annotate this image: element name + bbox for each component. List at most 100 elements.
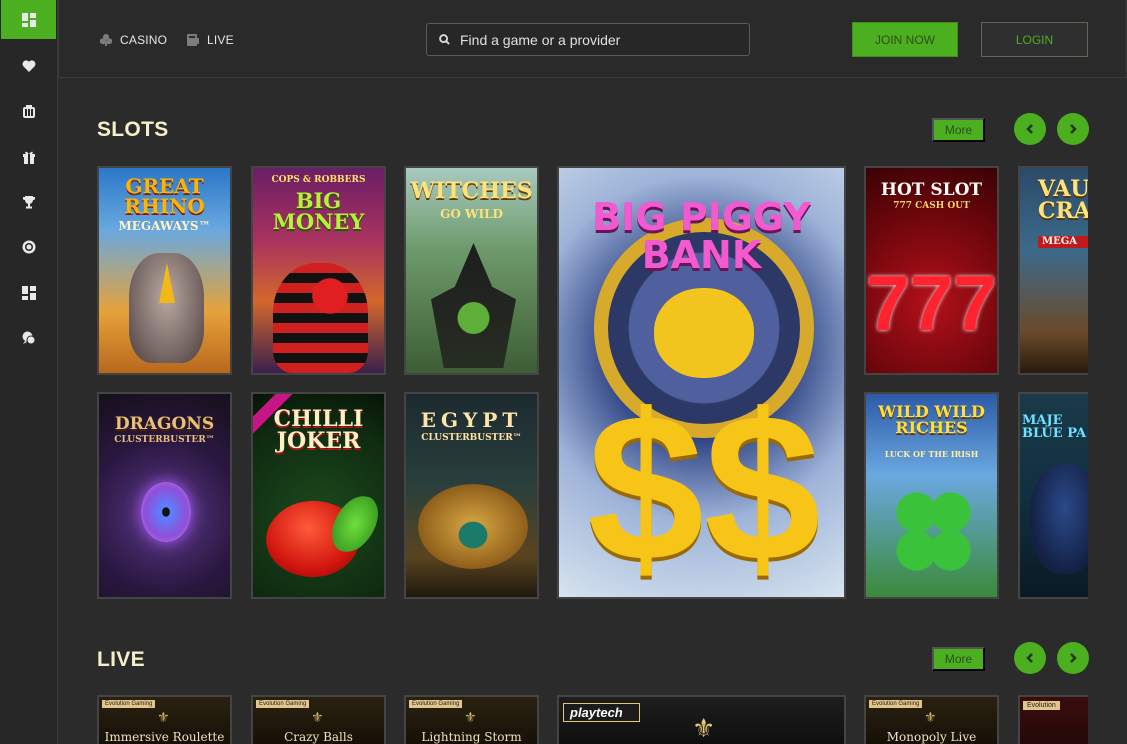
chevron-left-icon	[1026, 124, 1033, 134]
provider-badge: Evolution Gaming	[256, 700, 310, 708]
game-subtitle: CLUSTERBUSTER™	[114, 435, 215, 445]
game-title: BIG MONEY	[272, 188, 365, 234]
live-icon	[187, 34, 199, 46]
slots-prev-button[interactable]	[1014, 113, 1046, 145]
search-icon	[439, 34, 450, 45]
game-tile-egypt[interactable]: EGYPT CLUSTERBUSTER™	[404, 392, 539, 599]
game-tile-dragons[interactable]: DRAGONS CLUSTERBUSTER™	[97, 392, 232, 599]
sidebar-item-games[interactable]	[0, 273, 57, 313]
game-title: WILD WILD RICHES	[878, 402, 985, 437]
game-title: HOT SLOT	[880, 180, 983, 200]
sidebar-item-live[interactable]	[0, 227, 57, 267]
join-now-button[interactable]: JOIN NOW	[852, 22, 958, 57]
nav-casino-label: CASINO	[120, 33, 168, 47]
piggy-snout-art	[654, 288, 754, 378]
game-title: MAJE BLUE PA	[1022, 413, 1087, 441]
live-tile-lightning-storm[interactable]: Evolution Gaming ⚜ Lightning Storm	[404, 695, 539, 744]
game-tile-great-rhino[interactable]: GREAT RHINO MEGAWAYS™	[97, 166, 232, 375]
heart-icon	[22, 60, 35, 72]
game-tile-chilli-joker[interactable]: CHILLI JOKER	[251, 392, 386, 599]
game-tile-majestic-blue-panther[interactable]: MAJE BLUE PA	[1018, 392, 1088, 599]
crown-icon: ⚜	[924, 709, 937, 725]
panther-art	[1030, 464, 1088, 574]
sidebar-item-tournaments[interactable]	[0, 182, 57, 222]
game-subtitle: LUCK OF THE IRISH	[884, 449, 979, 459]
game-tile-big-piggy-bank[interactable]: BIG PIGGY BANK $$	[557, 166, 846, 599]
login-button[interactable]: LOGIN	[981, 22, 1088, 57]
gift-icon	[22, 151, 35, 164]
game-title: Lightning Storm	[421, 730, 522, 744]
sevens-art: 777	[866, 259, 997, 347]
chevron-right-icon	[1070, 653, 1077, 663]
game-title: GREAT RHINO	[124, 174, 205, 218]
top-header: CASINO LIVE JOIN NOW LOGIN	[58, 0, 1127, 78]
provider-badge: Evolution	[1023, 701, 1060, 710]
game-title: BIG PIGGY BANK	[592, 195, 811, 277]
sidebar-item-promotions[interactable]	[0, 137, 57, 177]
sidebar-item-support[interactable]	[0, 318, 57, 358]
game-subtitle: MEGAWAYS™	[118, 219, 211, 233]
game-title: WITCHES	[410, 178, 533, 204]
search-box[interactable]	[426, 23, 750, 56]
nav-live-link[interactable]: LIVE	[186, 33, 234, 47]
live-section-title: LIVE	[97, 648, 145, 671]
provider-badge: Evolution Gaming	[409, 700, 463, 708]
scarab-art	[418, 484, 528, 569]
live-prev-button[interactable]	[1014, 642, 1046, 674]
sidebar	[0, 0, 58, 744]
live-tile-monopoly-live[interactable]: Evolution Gaming ⚜ Monopoly Live	[864, 695, 999, 744]
game-title: VAU CRAC	[1038, 176, 1088, 224]
grid-icon	[21, 286, 36, 300]
sidebar-item-favorites[interactable]	[0, 46, 57, 86]
chat-icon	[22, 331, 35, 345]
dollar-sign-art: $$	[587, 370, 821, 599]
game-title: Monopoly Live	[886, 730, 977, 744]
provider-badge: Evolution Gaming	[102, 700, 156, 708]
casino-chips-icon	[22, 105, 35, 118]
chevron-left-icon	[1026, 653, 1033, 663]
game-tile-wild-wild-riches[interactable]: WILD WILD RICHES LUCK OF THE IRISH	[864, 392, 999, 599]
live-more-button[interactable]: More	[932, 647, 985, 671]
dashboard-icon	[21, 12, 36, 27]
club-icon	[99, 34, 113, 46]
crown-icon: ⚜	[311, 709, 324, 725]
search-input[interactable]	[460, 31, 720, 48]
witch-art	[431, 243, 516, 368]
slots-more-button[interactable]: More	[932, 118, 985, 142]
game-tile-big-money[interactable]: COPS & ROBBERS BIG MONEY	[251, 166, 386, 375]
game-subtitle: MEGA	[1038, 236, 1088, 248]
live-next-button[interactable]	[1057, 642, 1089, 674]
chip-icon	[22, 240, 35, 254]
provider-badge: playtech	[563, 703, 640, 722]
game-title: Crazy Balls	[284, 730, 353, 744]
sidebar-item-dashboard[interactable]	[1, 0, 56, 39]
clover-art	[891, 484, 976, 579]
game-title: Immersive Roulette	[104, 730, 225, 744]
live-tile-crazy-balls[interactable]: Evolution Gaming ⚜ Crazy Balls	[251, 695, 386, 744]
crown-icon: ⚜	[157, 709, 170, 725]
game-subtitle: COPS & ROBBERS	[271, 175, 366, 185]
game-subtitle: GO WILD	[440, 207, 503, 221]
slots-next-button[interactable]	[1057, 113, 1089, 145]
live-tile-immersive-roulette[interactable]: Evolution Gaming ⚜ Immersive Roulette	[97, 695, 232, 744]
live-tile-evolution[interactable]: Evolution	[1018, 695, 1088, 744]
game-subtitle: CLUSTERBUSTER™	[421, 433, 522, 443]
live-tile-playtech[interactable]: playtech ⚜	[557, 695, 846, 744]
robber-art	[273, 263, 368, 373]
nav-live-label: LIVE	[207, 33, 234, 47]
game-tile-hot-slot[interactable]: HOT SLOT 777 CASH OUT 777	[864, 166, 999, 375]
game-tile-witches[interactable]: WITCHES GO WILD	[404, 166, 539, 375]
game-title: DRAGONS	[114, 414, 215, 434]
dragon-eye-art	[141, 482, 191, 542]
chevron-right-icon	[1070, 124, 1077, 134]
game-title: EGYPT	[420, 408, 523, 432]
trophy-icon	[22, 196, 35, 209]
provider-badge: Evolution Gaming	[869, 700, 923, 708]
sidebar-item-casino[interactable]	[0, 92, 57, 132]
crown-icon: ⚜	[464, 709, 477, 725]
slots-section-title: SLOTS	[97, 118, 169, 141]
nav-casino-link[interactable]: CASINO	[99, 33, 167, 47]
game-tile-vault-cracker[interactable]: VAU CRAC MEGA	[1018, 166, 1088, 375]
app: CASINO LIVE JOIN NOW LOGIN SLOTS More GR…	[0, 0, 1127, 744]
game-subtitle: 777 CASH OUT	[893, 201, 970, 211]
